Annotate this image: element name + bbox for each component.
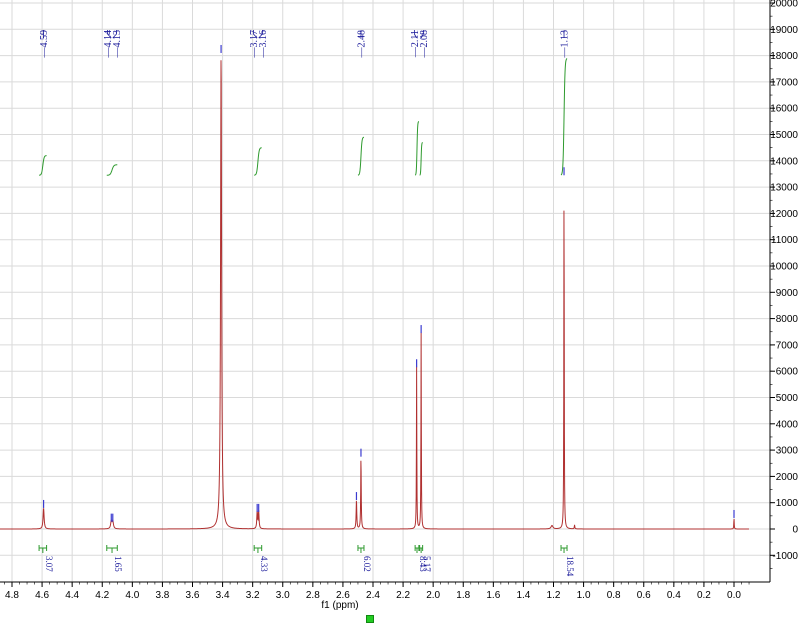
x-tick-label: 0.0 bbox=[727, 590, 741, 601]
y-tick-label: 16000 bbox=[770, 104, 798, 115]
y-tick-label: 2000 bbox=[776, 472, 799, 483]
integral-labels: 3.07 1.65 4.33 6.02 8.435.17 18.54 bbox=[38, 545, 575, 577]
integral-curve bbox=[560, 58, 568, 176]
integral-curve bbox=[357, 136, 365, 176]
x-axis-ticks: 4.8 4.6 4.4 4.2 4.0 3.8 3.6 3.4 3.2 3.0 2.8 2.6 2.4 2… bbox=[4, 582, 750, 601]
y-tick-label: 9000 bbox=[776, 288, 799, 299]
integral-value-label: 1.65 bbox=[113, 556, 123, 572]
y-tick-label: 15000 bbox=[770, 130, 798, 141]
axes bbox=[0, 0, 771, 583]
integral-curve bbox=[254, 147, 262, 176]
integral-curves bbox=[39, 58, 568, 176]
x-tick-label: 0.2 bbox=[697, 590, 711, 601]
spectrum-trace bbox=[0, 44, 749, 530]
y-tick-label: 13000 bbox=[770, 183, 798, 194]
integral-value-label: 4.33 bbox=[259, 556, 269, 572]
peak-label: —4.13 bbox=[112, 30, 123, 59]
x-tick-label: 1.0 bbox=[577, 590, 591, 601]
peak-label: —1.13 bbox=[560, 30, 571, 59]
y-tick-label: 8000 bbox=[776, 314, 799, 325]
x-tick-label: 3.6 bbox=[186, 590, 200, 601]
x-tick-label: 3.4 bbox=[216, 590, 230, 601]
x-tick-label: 4.4 bbox=[65, 590, 79, 601]
x-tick-label: 2.0 bbox=[426, 590, 440, 601]
y-tick-label: 17000 bbox=[770, 77, 798, 88]
integral-value-label: 18.54 bbox=[565, 556, 575, 577]
x-tick-label: 1.8 bbox=[456, 590, 470, 601]
x-tick-label: 4.6 bbox=[35, 590, 49, 601]
y-tick-label: 18000 bbox=[770, 51, 798, 62]
spectrum-line bbox=[0, 60, 749, 530]
y-tick-label: 1000 bbox=[776, 498, 799, 509]
integral-value-label: 3.07 bbox=[44, 556, 54, 572]
peak-label: —2.48 bbox=[356, 30, 367, 59]
x-tick-label: 4.0 bbox=[125, 590, 139, 601]
peak-label: —3.16 bbox=[258, 30, 269, 59]
x-tick-label: 3.8 bbox=[155, 590, 169, 601]
integral-value-label: 5.17 bbox=[422, 556, 432, 572]
integral-curve bbox=[39, 155, 47, 176]
x-tick-label: 4.8 bbox=[5, 590, 19, 601]
grid bbox=[0, 0, 770, 582]
x-tick-label: 3.0 bbox=[276, 590, 290, 601]
y-tick-label: 11000 bbox=[771, 235, 799, 246]
x-tick-label: 2.2 bbox=[396, 590, 410, 601]
y-tick-label: 4000 bbox=[776, 419, 799, 430]
y-tick-label: 0 bbox=[792, 525, 798, 536]
y-tick-label: 20000 bbox=[770, 0, 798, 10]
x-tick-label: 1.4 bbox=[516, 590, 530, 601]
y-tick-label: 19000 bbox=[770, 25, 798, 36]
nmr-spectrum-chart: 4.8 4.6 4.4 4.2 4.0 3.8 3.6 3.4 3.2 3.0 2.8 2.6 2.4 2… bbox=[0, 0, 799, 611]
x-tick-label: 1.6 bbox=[486, 590, 500, 601]
x-tick-label: 2.4 bbox=[366, 590, 380, 601]
integral-value-label: 6.02 bbox=[362, 556, 372, 572]
y-tick-label: 3000 bbox=[776, 446, 799, 457]
x-axis-label: f1 (ppm) bbox=[321, 600, 358, 611]
peak-label: —4.59 bbox=[39, 30, 50, 59]
x-tick-label: 3.2 bbox=[246, 590, 260, 601]
integral-curve bbox=[414, 121, 420, 176]
x-tick-label: 1.2 bbox=[547, 590, 561, 601]
y-tick-label: 6000 bbox=[776, 367, 799, 378]
y-tick-label: 10000 bbox=[770, 262, 798, 273]
y-tick-label: 5000 bbox=[776, 393, 799, 404]
x-tick-label: 0.4 bbox=[667, 590, 681, 601]
peak-label: —2.08 bbox=[419, 30, 430, 59]
x-tick-label: 4.2 bbox=[95, 590, 109, 601]
y-tick-label: 7000 bbox=[776, 340, 799, 351]
x-tick-label: 0.6 bbox=[637, 590, 651, 601]
y-tick-label: 14000 bbox=[770, 156, 798, 167]
y-tick-label: 12000 bbox=[770, 209, 798, 220]
integral-curve bbox=[106, 164, 118, 176]
x-tick-label: 0.8 bbox=[607, 590, 621, 601]
integral-curve bbox=[419, 142, 423, 176]
y-axis-ticks: -1000 0 1000 2000 3000 4000 5000 6000 7000 8000 90… bbox=[770, 0, 799, 569]
status-indicator-icon bbox=[366, 615, 374, 623]
peak-labels: —4.59 —4.14—4.13 —3.17—3.16 —2.48 —2.11—2.08… bbox=[39, 30, 571, 59]
x-tick-label: 2.8 bbox=[306, 590, 320, 601]
y-tick-label: -1000 bbox=[772, 551, 798, 562]
